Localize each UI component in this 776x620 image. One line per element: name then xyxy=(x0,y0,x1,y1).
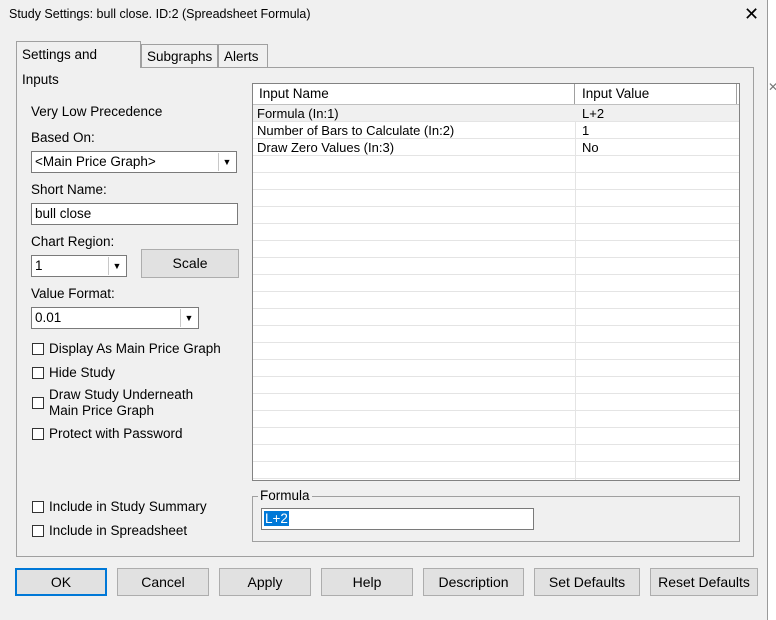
display-as-main-price-graph-checkbox[interactable] xyxy=(32,343,44,355)
empty-row xyxy=(253,207,739,224)
description-button-label: Description xyxy=(438,574,509,590)
based-on-label: Based On: xyxy=(31,130,95,145)
tab-subgraphs[interactable]: Subgraphs xyxy=(141,44,218,68)
chart-region-select[interactable]: 1 ▼ xyxy=(31,255,127,277)
input-value-cell[interactable]: 1 xyxy=(582,123,589,138)
input-value-cell[interactable]: L+2 xyxy=(582,106,604,121)
empty-row xyxy=(253,275,739,292)
empty-row xyxy=(253,190,739,207)
close-icon[interactable]: ✕ xyxy=(744,4,759,25)
empty-row xyxy=(253,224,739,241)
background-close-icon: ✕ xyxy=(768,80,776,94)
formula-value: L+2 xyxy=(264,511,289,526)
short-name-label: Short Name: xyxy=(31,182,107,197)
draw-study-underneath-checkbox[interactable] xyxy=(32,397,44,409)
chevron-down-icon[interactable]: ▼ xyxy=(108,257,125,275)
chart-region-label: Chart Region: xyxy=(31,234,115,249)
checkbox-label: Draw Study Underneath xyxy=(49,387,194,402)
column-header-input-value[interactable]: Input Value xyxy=(575,84,737,104)
checkbox-label: Include in Spreadsheet xyxy=(49,523,188,538)
tab-label: Alerts xyxy=(224,49,259,64)
based-on-select[interactable]: <Main Price Graph> ▼ xyxy=(31,151,237,173)
empty-row xyxy=(253,292,739,309)
short-name-value: bull close xyxy=(35,206,92,221)
cancel-button[interactable]: Cancel xyxy=(117,568,209,596)
empty-row xyxy=(253,462,739,479)
checkbox-label: Main Price Graph xyxy=(49,403,155,418)
based-on-value: <Main Price Graph> xyxy=(35,154,156,169)
ok-button-label: OK xyxy=(50,574,72,590)
help-button-label: Help xyxy=(352,574,382,590)
input-name-cell: Draw Zero Values (In:3) xyxy=(257,140,395,155)
empty-row xyxy=(253,377,739,394)
cancel-button-label: Cancel xyxy=(141,574,185,590)
checkbox-label: Protect with Password xyxy=(49,426,183,441)
background-window-edge: ✕ xyxy=(768,0,776,620)
checkbox-label: Display As Main Price Graph xyxy=(49,341,221,356)
set-defaults-button[interactable]: Set Defaults xyxy=(534,568,640,596)
input-name-cell: Formula (In:1) xyxy=(257,106,339,121)
description-button[interactable]: Description xyxy=(423,568,524,596)
chart-region-value: 1 xyxy=(35,258,43,273)
empty-row xyxy=(253,411,739,428)
input-name-cell: Number of Bars to Calculate (In:2) xyxy=(257,123,455,138)
inputs-grid[interactable]: Input Name Input Value Formula (In:1) L+… xyxy=(252,83,740,481)
title-bar: Study Settings: bull close. ID:2 (Spread… xyxy=(0,0,768,30)
short-name-input[interactable]: bull close xyxy=(31,203,238,225)
input-value-cell[interactable]: No xyxy=(582,140,599,155)
chevron-down-icon[interactable]: ▼ xyxy=(218,153,235,171)
column-header-input-name[interactable]: Input Name xyxy=(253,84,575,104)
reset-defaults-button-label: Reset Defaults xyxy=(658,574,750,590)
formula-input[interactable]: L+2 xyxy=(261,508,534,530)
formula-group-label: Formula xyxy=(258,488,312,503)
protect-with-password-checkbox[interactable] xyxy=(32,428,44,440)
ok-button[interactable]: OK xyxy=(15,568,107,596)
tab-alerts[interactable]: Alerts xyxy=(218,44,268,68)
tab-settings-and-inputs[interactable]: Settings and Inputs xyxy=(16,41,141,87)
empty-row xyxy=(253,156,739,173)
precedence-label: Very Low Precedence xyxy=(31,104,163,119)
window-title: Study Settings: bull close. ID:2 (Spread… xyxy=(9,7,311,21)
apply-button[interactable]: Apply xyxy=(219,568,311,596)
empty-row xyxy=(253,343,739,360)
tab-label: Subgraphs xyxy=(147,49,213,64)
empty-row xyxy=(253,428,739,445)
checkbox-label: Include in Study Summary xyxy=(49,499,207,514)
value-format-select[interactable]: 0.01 ▼ xyxy=(31,307,199,329)
empty-row xyxy=(253,173,739,190)
scale-button-label: Scale xyxy=(172,255,208,271)
table-row[interactable]: Formula (In:1) L+2 xyxy=(253,105,739,122)
grid-header: Input Name Input Value xyxy=(253,84,739,105)
apply-button-label: Apply xyxy=(247,574,283,590)
checkbox-label: Hide Study xyxy=(49,365,116,380)
value-format-value: 0.01 xyxy=(35,310,62,325)
help-button[interactable]: Help xyxy=(321,568,413,596)
set-defaults-button-label: Set Defaults xyxy=(548,574,626,590)
value-format-label: Value Format: xyxy=(31,286,115,301)
empty-row xyxy=(253,309,739,326)
grid-rows: Formula (In:1) L+2 Number of Bars to Cal… xyxy=(253,105,739,479)
empty-row xyxy=(253,258,739,275)
table-row[interactable]: Number of Bars to Calculate (In:2) 1 xyxy=(253,122,739,139)
empty-row xyxy=(253,326,739,343)
empty-row xyxy=(253,241,739,258)
reset-defaults-button[interactable]: Reset Defaults xyxy=(650,568,758,596)
include-in-study-summary-checkbox[interactable] xyxy=(32,501,44,513)
include-in-spreadsheet-checkbox[interactable] xyxy=(32,525,44,537)
empty-row xyxy=(253,360,739,377)
empty-row xyxy=(253,445,739,462)
scale-button[interactable]: Scale xyxy=(141,249,239,278)
hide-study-checkbox[interactable] xyxy=(32,367,44,379)
chevron-down-icon[interactable]: ▼ xyxy=(180,309,197,327)
table-row[interactable]: Draw Zero Values (In:3) No xyxy=(253,139,739,156)
empty-row xyxy=(253,394,739,411)
